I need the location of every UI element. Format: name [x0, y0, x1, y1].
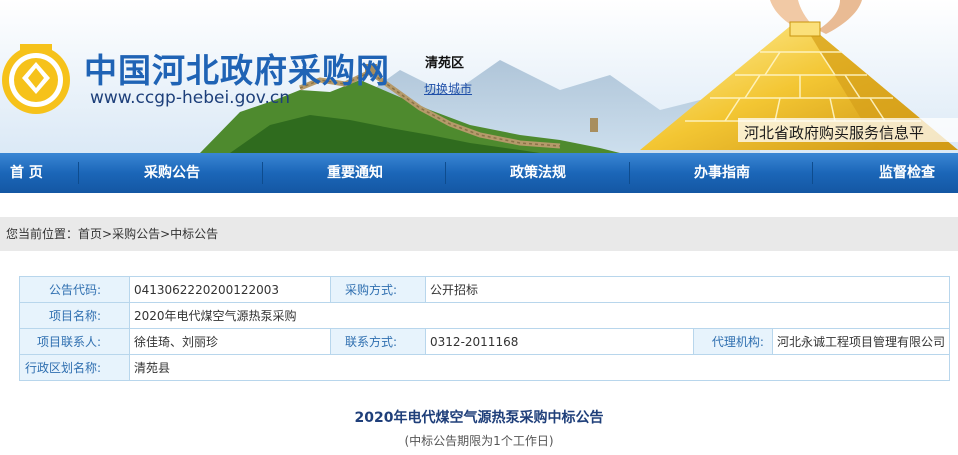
nav-divider [812, 162, 813, 184]
site-url: www.ccgp-hebei.gov.cn [90, 88, 291, 108]
district-label: 行政区划名称: [19, 354, 130, 381]
phone-label: 联系方式: [330, 328, 427, 355]
table-row: 行政区划名称: 清苑县 [19, 354, 951, 381]
nav-divider [629, 162, 630, 184]
logo-emblem-icon [2, 44, 70, 114]
district-value: 清苑县 [128, 354, 951, 381]
nav-divider [262, 162, 263, 184]
nav-divider [445, 162, 446, 184]
table-row: 项目联系人: 徐佳琦、刘丽珍 联系方式: 0312-2011168 代理机构: … [19, 328, 951, 355]
agency-label: 代理机构: [693, 328, 773, 355]
breadcrumb-separator: > [102, 227, 113, 241]
switch-city-link[interactable]: 切换城市 [424, 80, 472, 97]
banner-slogan: 河北省政府购买服务信息平 [744, 124, 925, 142]
site-name: 中国河北政府采购网 [84, 51, 390, 90]
code-label: 公告代码: [19, 276, 130, 303]
project-value: 2020年电代煤空气源热泵采购 [128, 302, 951, 329]
breadcrumb-prefix: 您当前位置： [6, 227, 79, 241]
method-label: 采购方式: [330, 276, 427, 303]
table-row: 公告代码: 0413062220200122003 采购方式: 公开招标 [19, 276, 950, 303]
table-row: 项目名称: 2020年电代煤空气源热泵采购 [19, 302, 951, 329]
nav-item-supervision[interactable]: 监督检查 [879, 153, 935, 193]
header-banner: 中国河北政府采购网 www.ccgp-hebei.gov.cn 清苑区 切换城市… [0, 0, 958, 153]
breadcrumb-current-page[interactable]: 中标公告 [170, 227, 218, 241]
nav-item-procurement-notices[interactable]: 采购公告 [144, 153, 200, 193]
nav-item-important-notices[interactable]: 重要通知 [327, 153, 383, 193]
phone-value: 0312-2011168 [425, 328, 695, 355]
contact-label: 项目联系人: [19, 328, 130, 355]
method-value: 公开招标 [425, 276, 950, 303]
project-label: 项目名称: [19, 302, 130, 329]
notice-title: 2020年电代煤空气源热泵采购中标公告 [354, 410, 604, 426]
code-value: 0413062220200122003 [128, 276, 332, 303]
contact-value: 徐佳琦、刘丽珍 [128, 328, 332, 355]
main-nav: 首 页 采购公告 重要通知 政策法规 办事指南 监督检查 [0, 153, 958, 193]
nav-item-guide[interactable]: 办事指南 [694, 153, 750, 193]
breadcrumb-procurement-link[interactable]: 采购公告 [112, 227, 160, 241]
breadcrumb-separator: > [160, 227, 171, 241]
breadcrumb: 您当前位置：首页>采购公告>中标公告 [0, 217, 958, 251]
current-region: 清苑区 [425, 56, 465, 71]
breadcrumb-home-link[interactable]: 首页 [78, 227, 102, 241]
nav-item-policies[interactable]: 政策法规 [510, 153, 566, 193]
nav-divider [78, 162, 79, 184]
agency-value: 河北永诚工程项目管理有限公司 [771, 328, 951, 355]
notice-info-table: 公告代码: 0413062220200122003 采购方式: 公开招标 项目名… [19, 276, 951, 381]
notice-subtitle: (中标公告期限为1个工作日) [404, 434, 554, 448]
nav-item-home[interactable]: 首 页 [10, 153, 43, 193]
